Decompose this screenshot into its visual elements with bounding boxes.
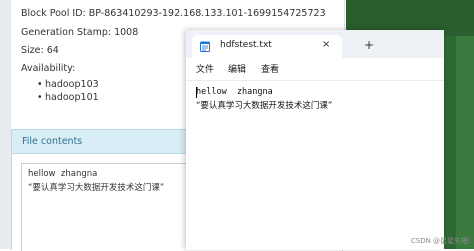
availability-list: • hadoop103 • hadoop101 [37, 78, 99, 104]
availability-label: Availability: [21, 63, 76, 74]
notepad-icon [200, 41, 210, 52]
block-pool-id: Block Pool ID: BP-863410293-192.168.133.… [21, 8, 326, 19]
generation-stamp: Generation Stamp: 1008 [21, 27, 139, 38]
notepad-editor[interactable]: hellow zhangna “要认真学习大数据开发技术这门课” [186, 80, 444, 250]
page-left-margin [0, 0, 11, 249]
menu-view[interactable]: 查看 [261, 62, 279, 75]
menu-edit[interactable]: 编辑 [228, 62, 246, 75]
csdn-watermark: CSDN @星星失眠i [410, 237, 470, 245]
notepad-menubar: 文件 编辑 查看 [186, 58, 444, 80]
desktop-background-right-2 [456, 36, 474, 249]
menu-file[interactable]: 文件 [196, 62, 214, 75]
notepad-tab-title: hdfstest.txt [220, 40, 272, 50]
close-tab-icon[interactable]: × [322, 39, 330, 50]
editor-line: “要认真学习大数据开发技术这门课” [196, 101, 333, 111]
notepad-tab[interactable]: hdfstest.txt × [192, 35, 342, 58]
file-contents-line: hellow zhangna [28, 169, 98, 179]
block-size: Size: 64 [21, 45, 59, 56]
availability-host: • hadoop101 [37, 92, 99, 103]
file-contents-line: “要认真学习大数据开发技术这门课” [28, 183, 165, 193]
add-tab-icon[interactable]: + [364, 39, 374, 51]
availability-host: • hadoop103 [37, 79, 99, 90]
editor-line: hellow zhangna [196, 87, 273, 97]
notepad-window: hdfstest.txt × + 文件 编辑 查看 hellow zhangna… [186, 30, 444, 250]
notepad-titlebar: hdfstest.txt × + [186, 30, 444, 58]
